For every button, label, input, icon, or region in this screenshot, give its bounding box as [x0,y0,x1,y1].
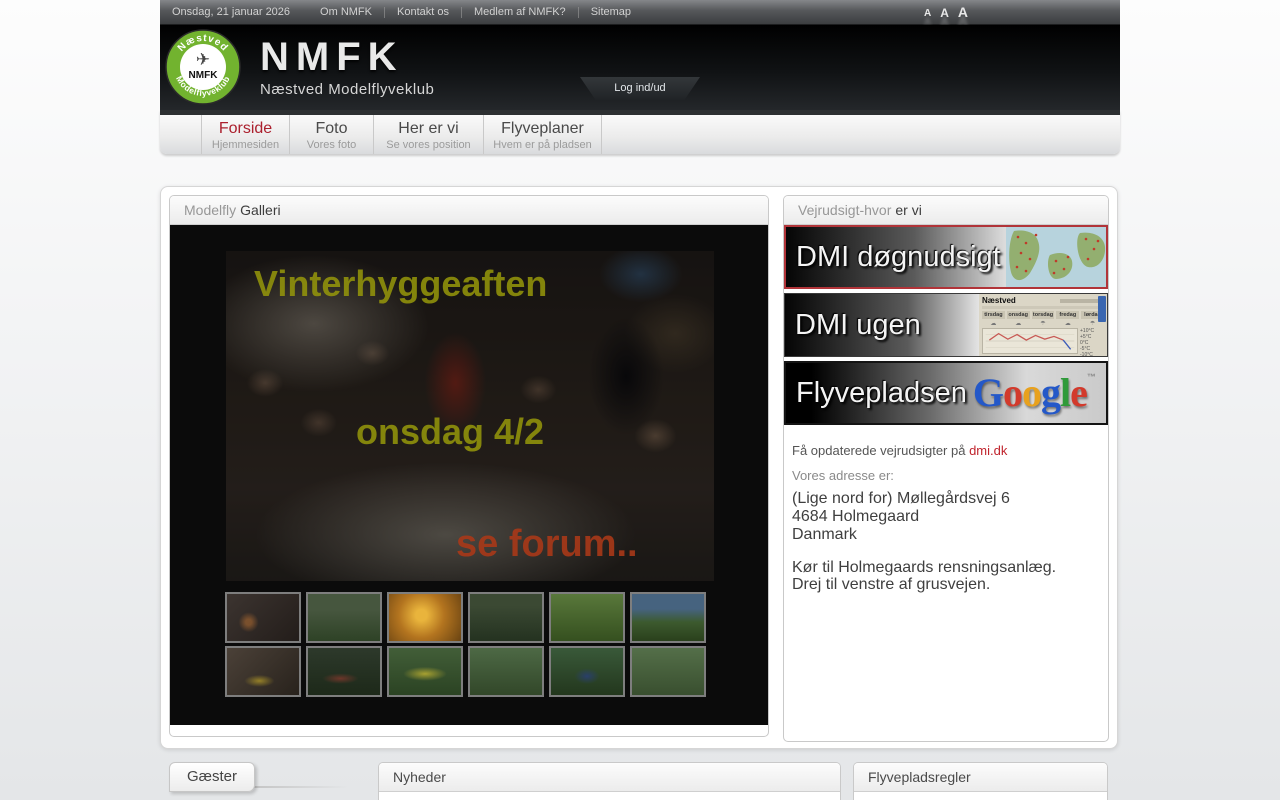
main-navigation: Forside Hjemmesiden Foto Vores foto Her … [160,110,1120,154]
gallery-thumbnail[interactable] [630,646,706,697]
slideshow-main-image[interactable]: Vinterhyggeaften onsdag 4/2 se forum.. [226,251,714,581]
gallery-body: Vinterhyggeaften onsdag 4/2 se forum.. [170,225,768,725]
trademark-symbol: ™ [1086,372,1096,382]
news-panel-header: Nyheder [379,763,840,792]
thumbnail-strip [225,592,717,697]
gallery-thumbnail[interactable] [630,592,706,643]
tab-foto[interactable]: Foto Vores foto [290,115,374,154]
google-maps-airfield-banner[interactable]: Flyvepladsen Google™ [784,361,1108,425]
top-link-medlem[interactable]: Medlem af NMFK? [462,6,578,18]
bottom-row: Gæster Ingen Nyheder 2026 Kalender for N… [160,759,1120,800]
divider [460,6,462,18]
directions-line: Kør til Holmegaards rensningsanlæg. [792,559,1057,577]
tab-her-er-vi[interactable]: Her er vi Se vores position [374,115,484,154]
google-logo: Google™ [972,370,1096,415]
dmi-week-forecast-banner[interactable]: DMI ugen Næstved tirsdag onsdag torsdag … [784,293,1108,357]
rain-icon: ☂ [1040,321,1046,327]
content-wrapper: Modelfly Galleri Vinterhyggeaften onsdag … [160,186,1118,749]
font-size-small-button[interactable]: A [924,9,931,19]
divider [247,786,349,788]
gallery-thumbnail[interactable] [306,592,382,643]
week-forecast-widget: Næstved tirsdag onsdag torsdag fredag lø… [979,294,1107,356]
gallery-thumbnail[interactable] [468,646,544,697]
top-link-sitemap[interactable]: Sitemap [579,6,643,18]
page-column: Onsdag, 21 januar 2026 Om NMFK Kontakt o… [160,0,1120,800]
widget-subtitle-bar [982,306,1104,309]
news-panel: Nyheder 2026 Kalender for NMFK: [378,762,841,800]
nav-spacer [160,115,202,154]
airplane-icon: ✈ [196,50,210,69]
site-subtitle: Næstved Modelflyveklub [260,81,435,98]
address-lines: (Lige nord for) Møllegårdsvej 6 4684 Hol… [792,490,1100,543]
tab-flyveplaner[interactable]: Flyveplaner Hvem er på pladsen [484,115,602,154]
denmark-map-icon [1006,227,1106,287]
font-size-large-button[interactable]: A [958,5,968,19]
top-link-om-nmfk[interactable]: Om NMFK [308,6,384,18]
widget-temp-labels: +10°C +5°C 0°C -5°C -10°C [1080,328,1095,357]
rules-panel: Flyvepladsregler ⬇ [853,762,1108,800]
login-logout-button[interactable]: Log ind/ud [580,77,700,100]
divider [384,6,385,18]
gallery-thumbnail[interactable] [549,646,625,697]
address-line: (Lige nord for) Møllegårdsvej 6 [792,490,1010,507]
logo-center-text: NMFK [189,70,219,81]
widget-toolbar [1098,296,1106,322]
dmi-day-forecast-banner[interactable]: DMI døgnudsigt [784,225,1108,289]
guests-box: Gæster Ingen [169,762,369,800]
gallery-thumbnail[interactable] [468,592,544,643]
tab-forside[interactable]: Forside Hjemmesiden [202,115,290,154]
dmi-note: Få opdaterede vejrudsigter på dmi.dk [792,443,1008,458]
dmi-link[interactable]: dmi.dk [969,443,1007,458]
widget-weather-icons: ☁ ☁ ☂ ☁ ☂ [982,320,1104,327]
address-line: 4684 Holmegaard [792,507,920,525]
gallery-thumbnail[interactable] [225,592,301,643]
gallery-thumbnail[interactable] [387,646,463,697]
top-link-kontakt[interactable]: Kontakt os [385,6,461,18]
slide-caption-title: Vinterhyggeaften [254,263,548,304]
site-title: NMFK [260,35,404,79]
directions-line: Drej til venstre af grusvejen. [792,576,991,594]
cloud-icon: ☁ [1015,321,1022,327]
temperature-chart [982,328,1078,354]
cloud-icon: ☁ [990,321,997,327]
address-line: Danmark [792,525,857,543]
gallery-thumbnail[interactable] [306,646,382,697]
cloud-icon: ☁ [1064,321,1071,327]
gallery-panel: Modelfly Galleri Vinterhyggeaften onsdag … [169,195,769,737]
weather-panel: Vejrudsigt-hvor er vi DMI døgnudsigt DMI… [783,195,1109,742]
divider [577,6,579,18]
gallery-thumbnail[interactable] [225,646,301,697]
news-body: 2026 Kalender for NMFK: [379,792,840,800]
driving-directions: Kør til Holmegaards rensningsanlæg. Drej… [792,560,1100,594]
brand-block: NMFK Næstved Modelflyveklub [260,37,434,98]
address-label: Vores adresse er: [792,468,894,483]
rules-panel-header: Flyvepladsregler [854,763,1107,792]
gallery-thumbnail[interactable] [549,592,625,643]
gallery-thumbnail[interactable] [387,592,463,643]
font-size-medium-button[interactable]: A [940,7,949,19]
slide-caption-forum: se forum.. [456,523,638,565]
current-date: Onsdag, 21 januar 2026 [172,6,291,18]
font-size-controls: A A A [924,5,968,19]
weather-panel-header: Vejrudsigt-hvor er vi [784,196,1108,225]
club-logo[interactable]: Næstved Modelflyveklub ✈ NMFK [165,29,241,105]
widget-day-labels: tirsdag onsdag torsdag fredag lørdag [982,311,1104,319]
slide-caption-date: onsdag 4/2 [356,411,545,452]
gallery-panel-header: Modelfly Galleri [170,196,768,225]
widget-city: Næstved [982,296,1016,305]
guests-tab[interactable]: Gæster [169,762,256,792]
address-section: Få opdaterede vejrudsigter på dmi.dk Vor… [784,425,1108,594]
top-utility-bar: Onsdag, 21 januar 2026 Om NMFK Kontakt o… [160,0,1120,25]
site-header: Næstved Modelflyveklub ✈ NMFK NMFK Næstv… [160,25,1120,110]
